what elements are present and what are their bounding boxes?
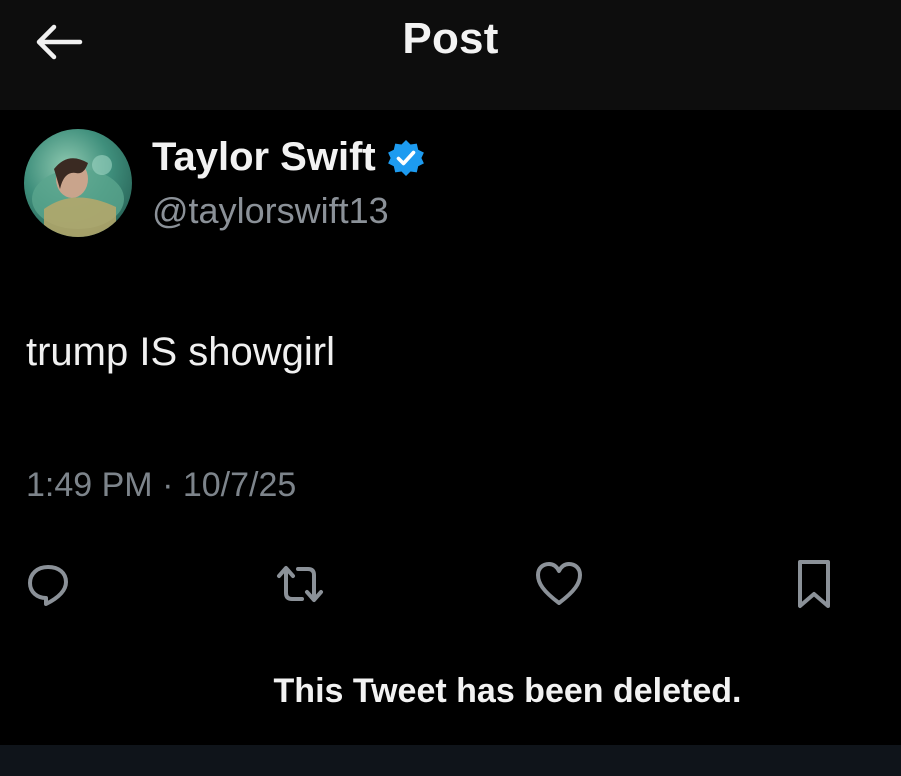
avatar-image bbox=[32, 155, 124, 237]
post-text: trump IS showgirl bbox=[26, 330, 335, 374]
top-bar: Post bbox=[0, 0, 901, 110]
retweet-button[interactable] bbox=[272, 556, 328, 612]
bookmark-button[interactable] bbox=[786, 556, 842, 612]
bookmark-icon bbox=[798, 560, 830, 608]
retweet-icon bbox=[277, 566, 323, 602]
like-icon bbox=[536, 562, 582, 605]
author-name-row: Taylor Swift bbox=[152, 135, 426, 180]
avatar[interactable] bbox=[24, 129, 132, 237]
like-button[interactable] bbox=[531, 556, 587, 612]
post-timestamp[interactable]: 1:49 PM · 10/7/25 bbox=[26, 466, 296, 505]
bottom-strip bbox=[0, 745, 901, 776]
author-name[interactable]: Taylor Swift bbox=[152, 135, 376, 180]
author-handle[interactable]: @taylorswift13 bbox=[152, 190, 389, 232]
verified-check-icon bbox=[387, 139, 424, 176]
reply-icon bbox=[28, 565, 68, 606]
reply-button[interactable] bbox=[20, 556, 76, 612]
deleted-caption: This Tweet has been deleted. bbox=[273, 672, 742, 710]
page-title: Post bbox=[402, 14, 499, 63]
